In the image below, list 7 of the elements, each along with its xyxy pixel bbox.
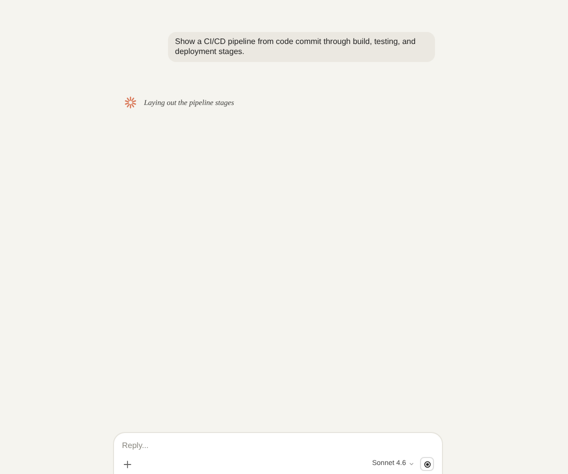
chevron-down-icon [409, 462, 414, 466]
voice-button[interactable] [420, 457, 434, 471]
spinner-icon [123, 95, 138, 110]
reply-field[interactable]: Reply... [122, 440, 434, 452]
plus-icon[interactable] [123, 460, 132, 468]
user-message: Show a CI/CD pipeline from code commit through build, testing, and deployment stages. [168, 32, 435, 62]
record-icon [424, 460, 430, 468]
